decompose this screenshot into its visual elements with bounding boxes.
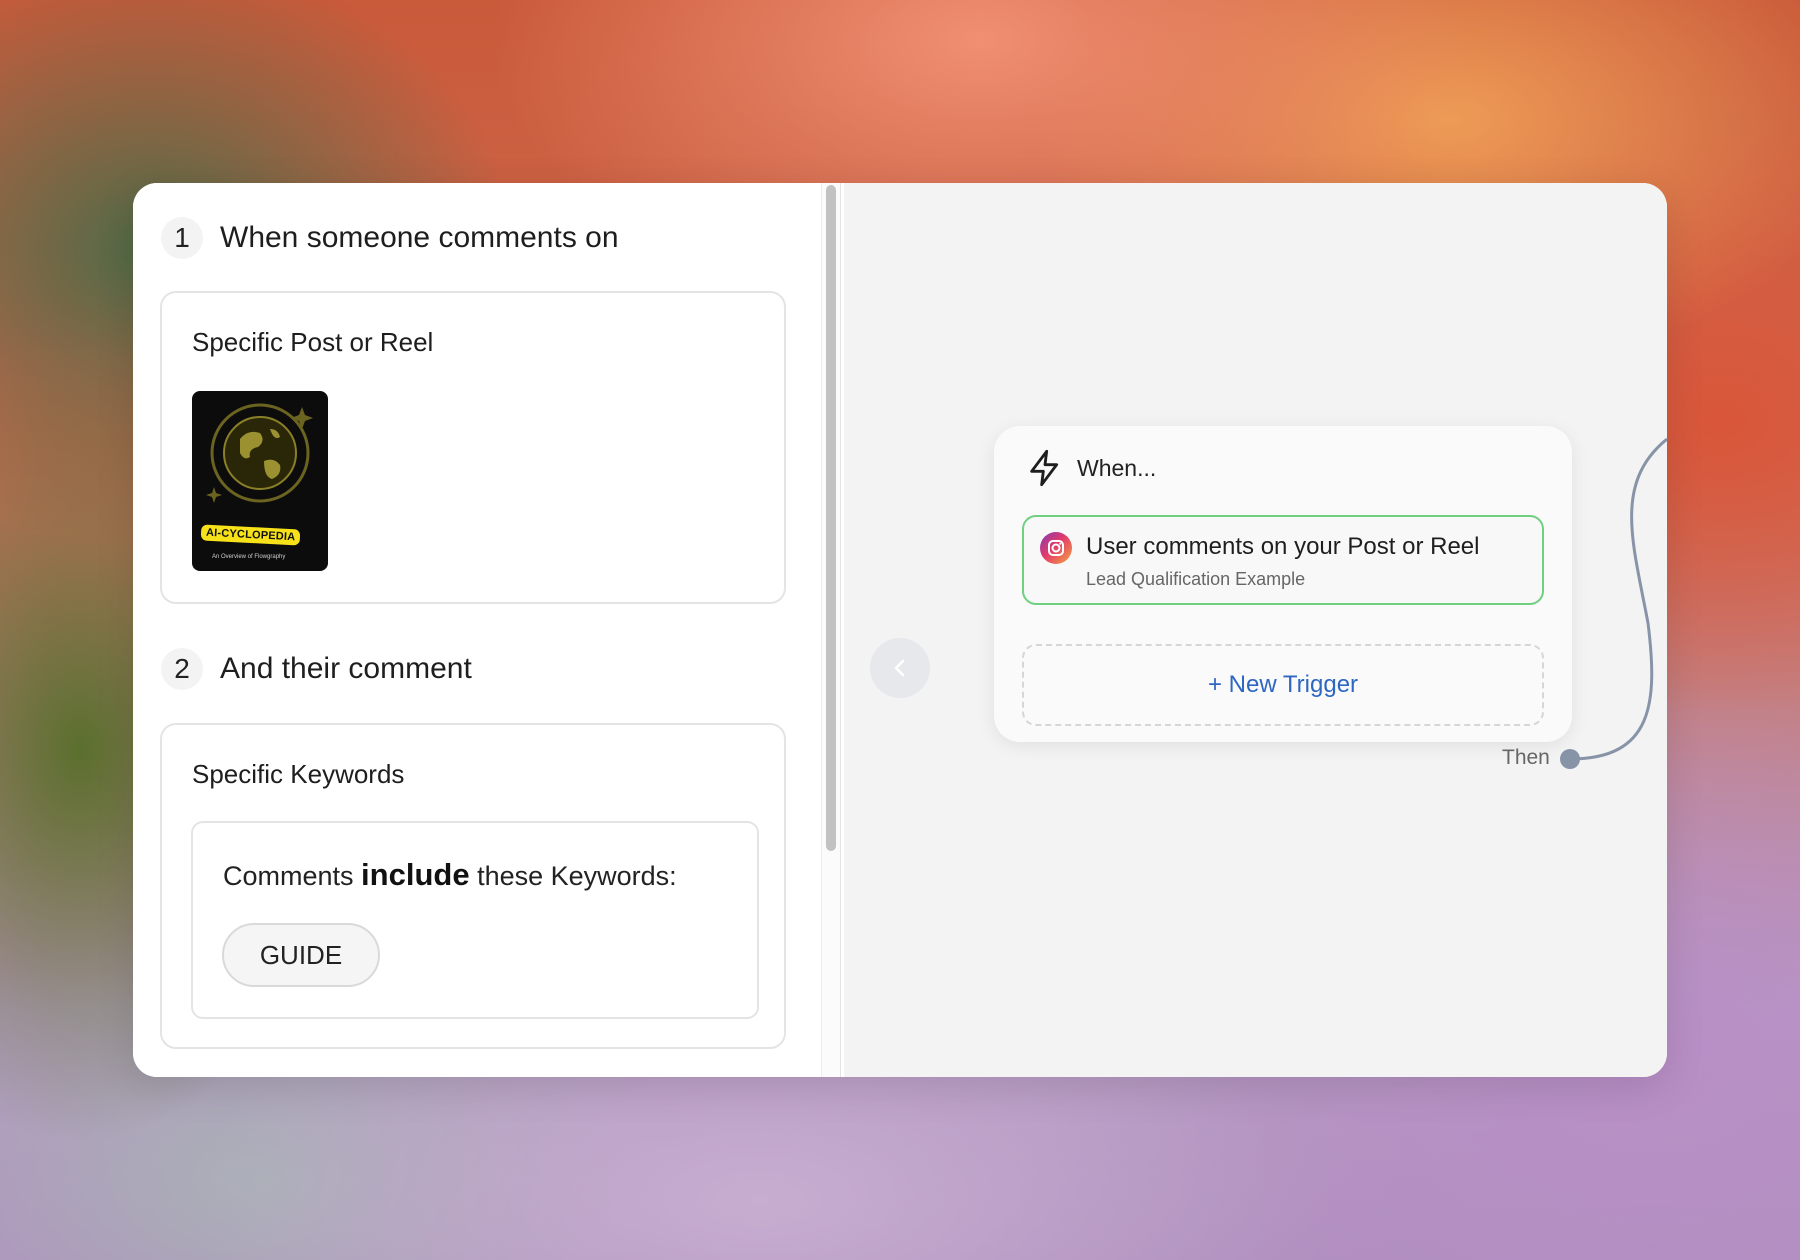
trigger-subtitle: Lead Qualification Example — [1086, 569, 1306, 589]
node-header: When... — [1025, 448, 1156, 488]
new-trigger-button[interactable]: + New Trigger — [1022, 644, 1544, 726]
automation-window: 1 When someone comments on Specific Post… — [133, 183, 1667, 1077]
trigger-card[interactable]: User comments on your Post or Reel Lead … — [1022, 515, 1544, 605]
trigger-title: User comments on your Post or Reel — [1086, 533, 1480, 560]
then-connector-dot[interactable] — [1560, 749, 1580, 769]
node-title: When... — [1077, 454, 1157, 481]
then-label: Then — [1502, 746, 1550, 769]
trigger-node[interactable]: When... User comments on your Post or Re… — [994, 426, 1572, 742]
instagram-icon — [1040, 532, 1072, 564]
lightning-icon — [1030, 449, 1059, 487]
